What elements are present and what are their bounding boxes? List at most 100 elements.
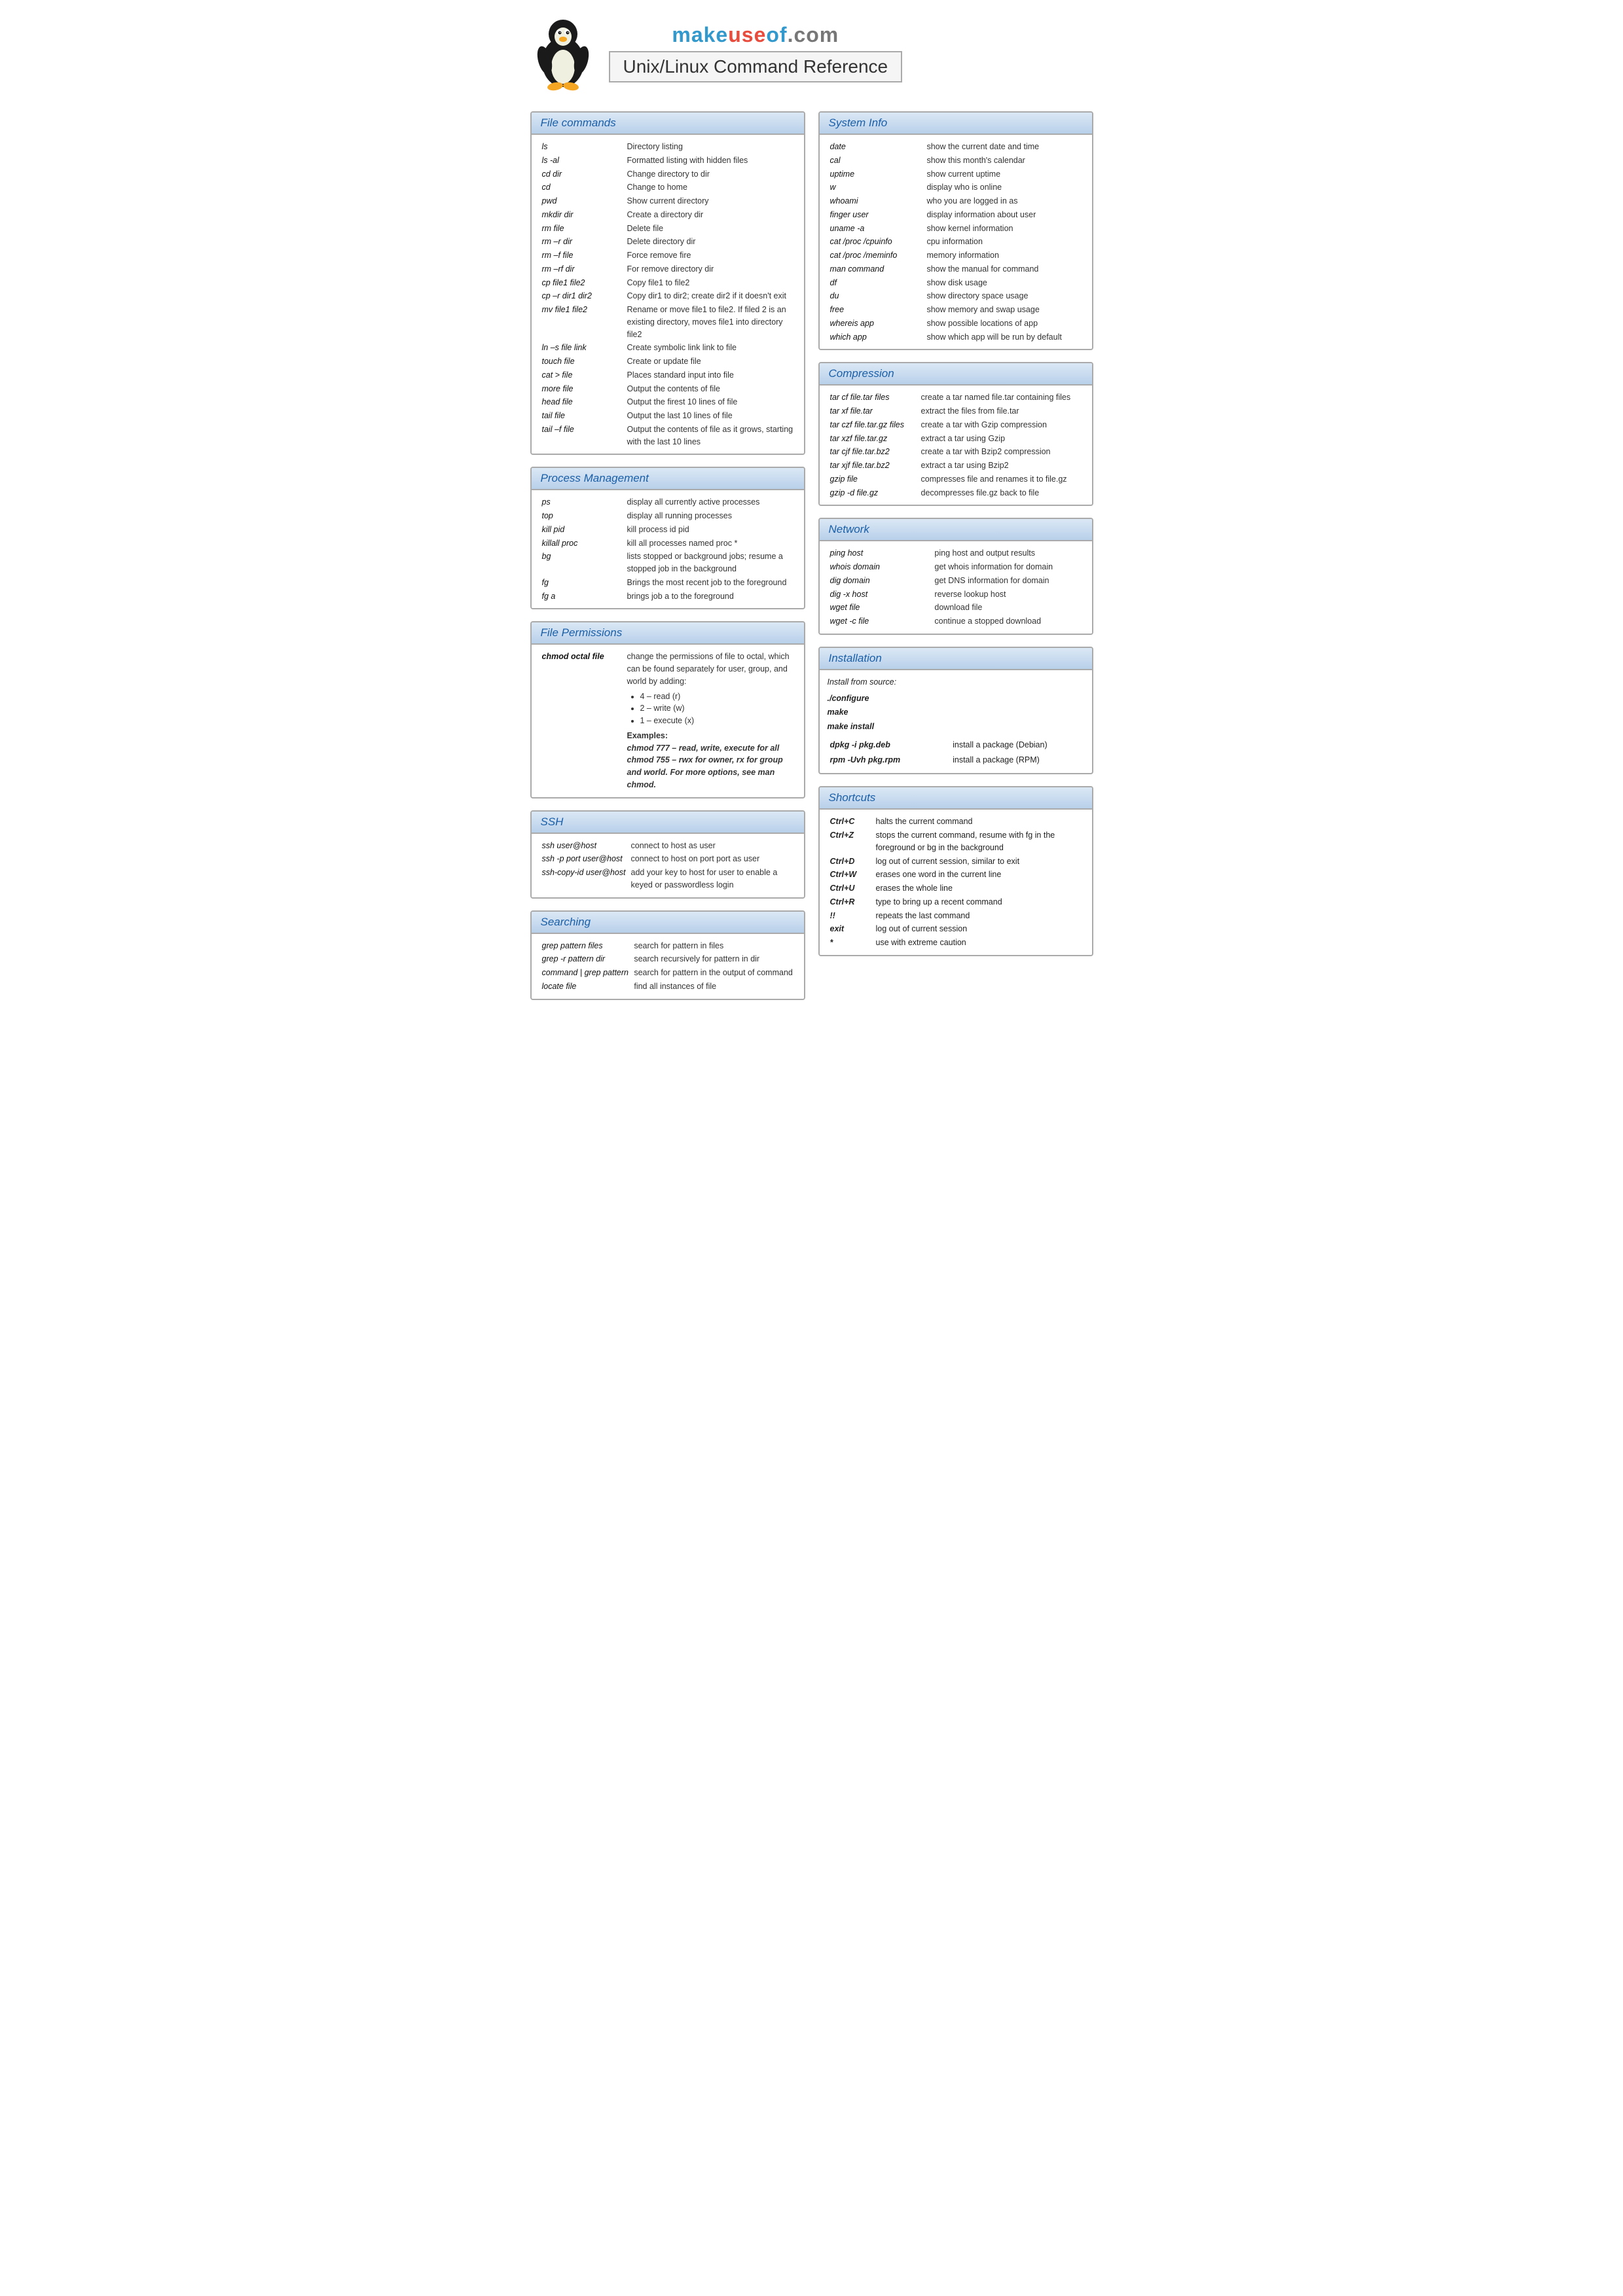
table-row: wget filedownload file [828, 601, 1084, 615]
file-permissions-title: File Permissions [532, 622, 804, 645]
cmd-cell: dpkg -i pkg.deb [828, 738, 951, 753]
compression-table: tar cf file.tar filescreate a tar named … [828, 391, 1084, 499]
table-row: gzip -d file.gzdecompresses file.gz back… [828, 486, 1084, 500]
right-column: System Info dateshow the current date an… [818, 111, 1093, 968]
cmd-cell: * [828, 936, 873, 950]
table-row: ln –s file linkCreate symbolic link link… [539, 341, 796, 355]
cmd-cell: grep -r pattern dir [539, 952, 632, 966]
left-column: File commands lsDirectory listingls -alF… [530, 111, 805, 1012]
desc-cell: connect to host as user [629, 839, 796, 853]
cmd-cell: ssh-copy-id user@host [539, 866, 629, 892]
permissions-table: chmod octal file change the permissions … [539, 650, 796, 791]
cmd-cell: ls [539, 140, 625, 154]
desc-cell: find all instances of file [631, 980, 795, 994]
table-row: cp file1 file2Copy file1 to file2 [539, 276, 796, 290]
list-item: 2 – write (w) [640, 702, 793, 715]
table-row: touch fileCreate or update file [539, 355, 796, 368]
ssh-table: ssh user@hostconnect to host as userssh … [539, 839, 796, 892]
cmd-cell: df [828, 276, 924, 290]
cmd-cell: uname -a [828, 222, 924, 236]
network-body: ping hostping host and output resultswho… [820, 541, 1092, 634]
desc-cell: Delete file [625, 222, 796, 236]
compression-section: Compression tar cf file.tar filescreate … [818, 362, 1093, 506]
cmd-cell: pwd [539, 194, 625, 208]
table-row: Ctrl+Werases one word in the current lin… [828, 868, 1084, 882]
installation-section: Installation Install from source: ./conf… [818, 647, 1093, 775]
shortcuts-section: Shortcuts Ctrl+Chalts the current comman… [818, 786, 1093, 956]
install-source-cmd: make install [828, 720, 1084, 734]
cmd-cell: whereis app [828, 317, 924, 331]
table-row: Ctrl+Uerases the whole line [828, 882, 1084, 895]
logo-area [530, 13, 596, 92]
cmd-cell: Ctrl+W [828, 868, 873, 882]
table-row: calshow this month's calendar [828, 154, 1084, 168]
table-row: rm –rf dirFor remove directory dir [539, 262, 796, 276]
table-row: tar xjf file.tar.bz2extract a tar using … [828, 459, 1084, 473]
table-row: dushow directory space usage [828, 289, 1084, 303]
cmd-cell: finger user [828, 208, 924, 222]
desc-cell: show which app will be run by default [924, 331, 1084, 344]
table-row: rm –f fileForce remove fire [539, 249, 796, 262]
desc-cell: display information about user [924, 208, 1084, 222]
cmd-cell: killall proc [539, 537, 625, 550]
desc-cell: add your key to host for user to enable … [629, 866, 796, 892]
cmd-cell: w [828, 181, 924, 194]
desc-cell: search for pattern in the output of comm… [631, 966, 795, 980]
cmd-cell: cd dir [539, 168, 625, 181]
process-management-table: psdisplay all currently active processes… [539, 495, 796, 603]
cmd-cell: uptime [828, 168, 924, 181]
table-row: fgBrings the most recent job to the fore… [539, 576, 796, 590]
main-content: File commands lsDirectory listingls -alF… [530, 111, 1093, 1012]
network-section: Network ping hostping host and output re… [818, 518, 1093, 635]
table-row: mv file1 file2Rename or move file1 to fi… [539, 303, 796, 341]
table-row: lsDirectory listing [539, 140, 796, 154]
desc-cell: display all running processes [625, 509, 796, 523]
table-row: tar xf file.tarextract the files from fi… [828, 404, 1084, 418]
desc-cell: Show current directory [625, 194, 796, 208]
desc-cell: Change to home [625, 181, 796, 194]
desc-cell: compresses file and renames it to file.g… [919, 473, 1084, 486]
table-row: uptimeshow current uptime [828, 168, 1084, 181]
table-row: man commandshow the manual for command [828, 262, 1084, 276]
desc-cell: get DNS information for domain [932, 574, 1084, 588]
table-row: tail fileOutput the last 10 lines of fil… [539, 409, 796, 423]
searching-table: grep pattern filessearch for pattern in … [539, 939, 796, 994]
table-row: command | grep patternsearch for pattern… [539, 966, 796, 980]
brand-name: makeuseof.com [609, 23, 903, 47]
desc-cell: Create a directory dir [625, 208, 796, 222]
shortcuts-title: Shortcuts [820, 787, 1092, 810]
cmd-cell: head file [539, 395, 625, 409]
cmd-cell: cat /proc /cpuinfo [828, 235, 924, 249]
desc-cell: create a tar named file.tar containing f… [919, 391, 1084, 404]
desc-cell: brings job a to the foreground [625, 590, 796, 603]
desc-cell: show memory and swap usage [924, 303, 1084, 317]
cmd-cell: wget file [828, 601, 932, 615]
cmd-cell: tar xzf file.tar.gz [828, 432, 919, 446]
desc-cell: halts the current command [873, 815, 1084, 829]
desc-cell: search recursively for pattern in dir [631, 952, 795, 966]
desc-cell: show kernel information [924, 222, 1084, 236]
shortcuts-body: Ctrl+Chalts the current commandCtrl+Zsto… [820, 810, 1092, 955]
desc-cell: connect to host on port port as user [629, 852, 796, 866]
brand-title: makeuseof.com Unix/Linux Command Referen… [609, 23, 903, 82]
cmd-cell: cp file1 file2 [539, 276, 625, 290]
cmd-cell: whois domain [828, 560, 932, 574]
desc-cell: download file [932, 601, 1084, 615]
table-row: ssh -p port user@hostconnect to host on … [539, 852, 796, 866]
compression-title: Compression [820, 363, 1092, 386]
cmd-cell: cal [828, 154, 924, 168]
desc-cell: show this month's calendar [924, 154, 1084, 168]
table-row: rm fileDelete file [539, 222, 796, 236]
table-row: freeshow memory and swap usage [828, 303, 1084, 317]
table-row: tar czf file.tar.gz filescreate a tar wi… [828, 418, 1084, 432]
desc-cell: continue a stopped download [932, 615, 1084, 628]
cmd-cell: tar cf file.tar files [828, 391, 919, 404]
table-row: wdisplay who is online [828, 181, 1084, 194]
desc-cell: type to bring up a recent command [873, 895, 1084, 909]
cmd-cell: gzip -d file.gz [828, 486, 919, 500]
cmd-cell: mv file1 file2 [539, 303, 625, 341]
cmd-cell: dig -x host [828, 588, 932, 601]
desc-cell: extract the files from file.tar [919, 404, 1084, 418]
cmd-cell: Ctrl+D [828, 855, 873, 869]
cmd-cell: cp –r dir1 dir2 [539, 289, 625, 303]
